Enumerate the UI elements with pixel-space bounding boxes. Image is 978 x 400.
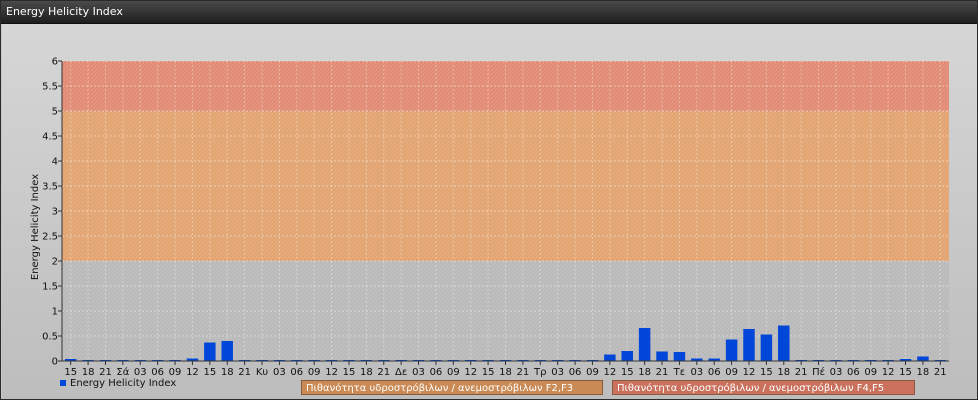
y-tick-label: 3.5 — [42, 182, 58, 193]
x-tick-label: 15 — [343, 367, 356, 378]
x-tick-label: 09 — [586, 367, 599, 378]
x-tick-label: 03 — [551, 367, 564, 378]
x-tick-label: 09 — [308, 367, 321, 378]
x-tick-label: 03 — [830, 367, 843, 378]
x-tick-label: 12 — [882, 367, 895, 378]
x-tick-label: Δε — [395, 367, 407, 378]
x-tick-label: 15 — [899, 367, 912, 378]
x-tick-label: 15 — [203, 367, 216, 378]
x-tick-label: 12 — [743, 367, 756, 378]
bar-49[interactable] — [917, 356, 929, 362]
x-tick-label: 18 — [360, 367, 373, 378]
chart-area: 0 0.5 1 1.5 2 2.5 3 3.5 4 4.5 5 5.5 6 15 18 21 Σά 03 06 09… — [2, 24, 977, 399]
x-tick-label: 15 — [482, 367, 495, 378]
x-tick-label: 12 — [603, 367, 616, 378]
x-tick-label: 21 — [377, 367, 390, 378]
x-tick-label: 09 — [864, 367, 877, 378]
y-tick-label: 5 — [52, 107, 58, 118]
bar-41[interactable] — [778, 325, 790, 362]
bar-8[interactable] — [204, 342, 216, 362]
band-legend-f4-f5: Πιθανότητα υδροστρόβιλων / ανεμοστρόβιλω… — [612, 380, 915, 395]
y-tick-label: 2 — [52, 257, 58, 268]
x-tick-label: 21 — [795, 367, 808, 378]
title-bar: Energy Helicity Index — [1, 1, 977, 24]
x-tick-label: 15 — [621, 367, 634, 378]
chart-window: Energy Helicity Index 0 0.5 1 1.5 2 2.5 3 3.5 4 4… — [0, 0, 978, 400]
x-tick-label: 06 — [430, 367, 443, 378]
x-tick-label: Τε — [673, 367, 686, 378]
bar-32[interactable] — [621, 351, 633, 361]
helicity-chart: 00.511.522.533.544.555.56 15 18 21 Σά 03 06 09… — [30, 57, 949, 378]
y-tick-label: 4.5 — [42, 132, 58, 143]
legend-swatch — [60, 380, 66, 386]
x-tick-label: 18 — [777, 367, 790, 378]
x-tick-label: 03 — [273, 367, 286, 378]
y-tick-label: 5.5 — [42, 82, 58, 93]
x-tick-label: 06 — [847, 367, 860, 378]
x-tick-label: 09 — [447, 367, 460, 378]
x-tick-label: Κυ — [256, 367, 269, 378]
bar-40[interactable] — [760, 334, 773, 362]
x-tick-label: 21 — [517, 367, 530, 378]
bar-9[interactable] — [221, 341, 233, 361]
x-tick-label: 21 — [934, 367, 947, 378]
x-tick-label: 15 — [760, 367, 773, 378]
window-title: Energy Helicity Index — [6, 5, 123, 18]
y-tick-label: 0.5 — [42, 332, 58, 343]
x-axis: 15 18 21 Σά 03 06 09 12 15 18 21 Κυ 03 06 09 12 15 18 21 Δε… — [62, 360, 949, 378]
bar-35[interactable] — [673, 352, 686, 361]
x-tick-label: 06 — [569, 367, 582, 378]
y-axis: 0 0.5 1 1.5 2 2.5 3 3.5 4 4.5 5 5.5 6 — [42, 57, 63, 368]
y-tick-label: 1 — [52, 307, 58, 318]
x-tick-label: Πέ — [812, 366, 825, 378]
y-tick-label: 0 — [52, 357, 58, 368]
y-axis-title: Energy Helicity Index — [30, 174, 41, 280]
x-tick-label: 06 — [290, 367, 303, 378]
x-tick-label: 12 — [325, 367, 338, 378]
x-tick-label: 18 — [221, 367, 234, 378]
x-tick-label: 09 — [725, 367, 738, 378]
x-tick-label: 18 — [499, 367, 512, 378]
x-tick-label: 12 — [186, 367, 199, 378]
y-tick-label: 1.5 — [42, 282, 58, 293]
x-tick-label: 18 — [917, 367, 930, 378]
legend[interactable]: Energy Helicity Index — [60, 376, 176, 390]
x-tick-label: 03 — [412, 367, 425, 378]
y-tick-label: 6 — [52, 57, 58, 68]
x-tick-label: Τρ — [533, 367, 546, 378]
bar-33[interactable] — [638, 328, 651, 361]
legend-label: Energy Helicity Index — [70, 377, 177, 389]
x-tick-label: 06 — [708, 367, 721, 378]
bar-31[interactable] — [604, 354, 616, 362]
band-legend-f2-f3: Πιθανότητα υδροστρόβιλων / ανεμοστρόβιλω… — [301, 380, 603, 395]
x-tick-label: 21 — [238, 367, 251, 378]
x-tick-label: 03 — [690, 367, 703, 378]
y-tick-label: 3 — [52, 207, 58, 218]
x-tick-label: 21 — [656, 367, 669, 378]
bar-34[interactable] — [656, 351, 668, 362]
bar-38[interactable] — [725, 339, 738, 362]
y-tick-label: 2.5 — [42, 232, 58, 243]
bar-39[interactable] — [743, 329, 755, 361]
x-tick-label: 18 — [638, 367, 651, 378]
y-tick-label: 4 — [52, 157, 58, 168]
x-tick-label: 12 — [464, 367, 477, 378]
